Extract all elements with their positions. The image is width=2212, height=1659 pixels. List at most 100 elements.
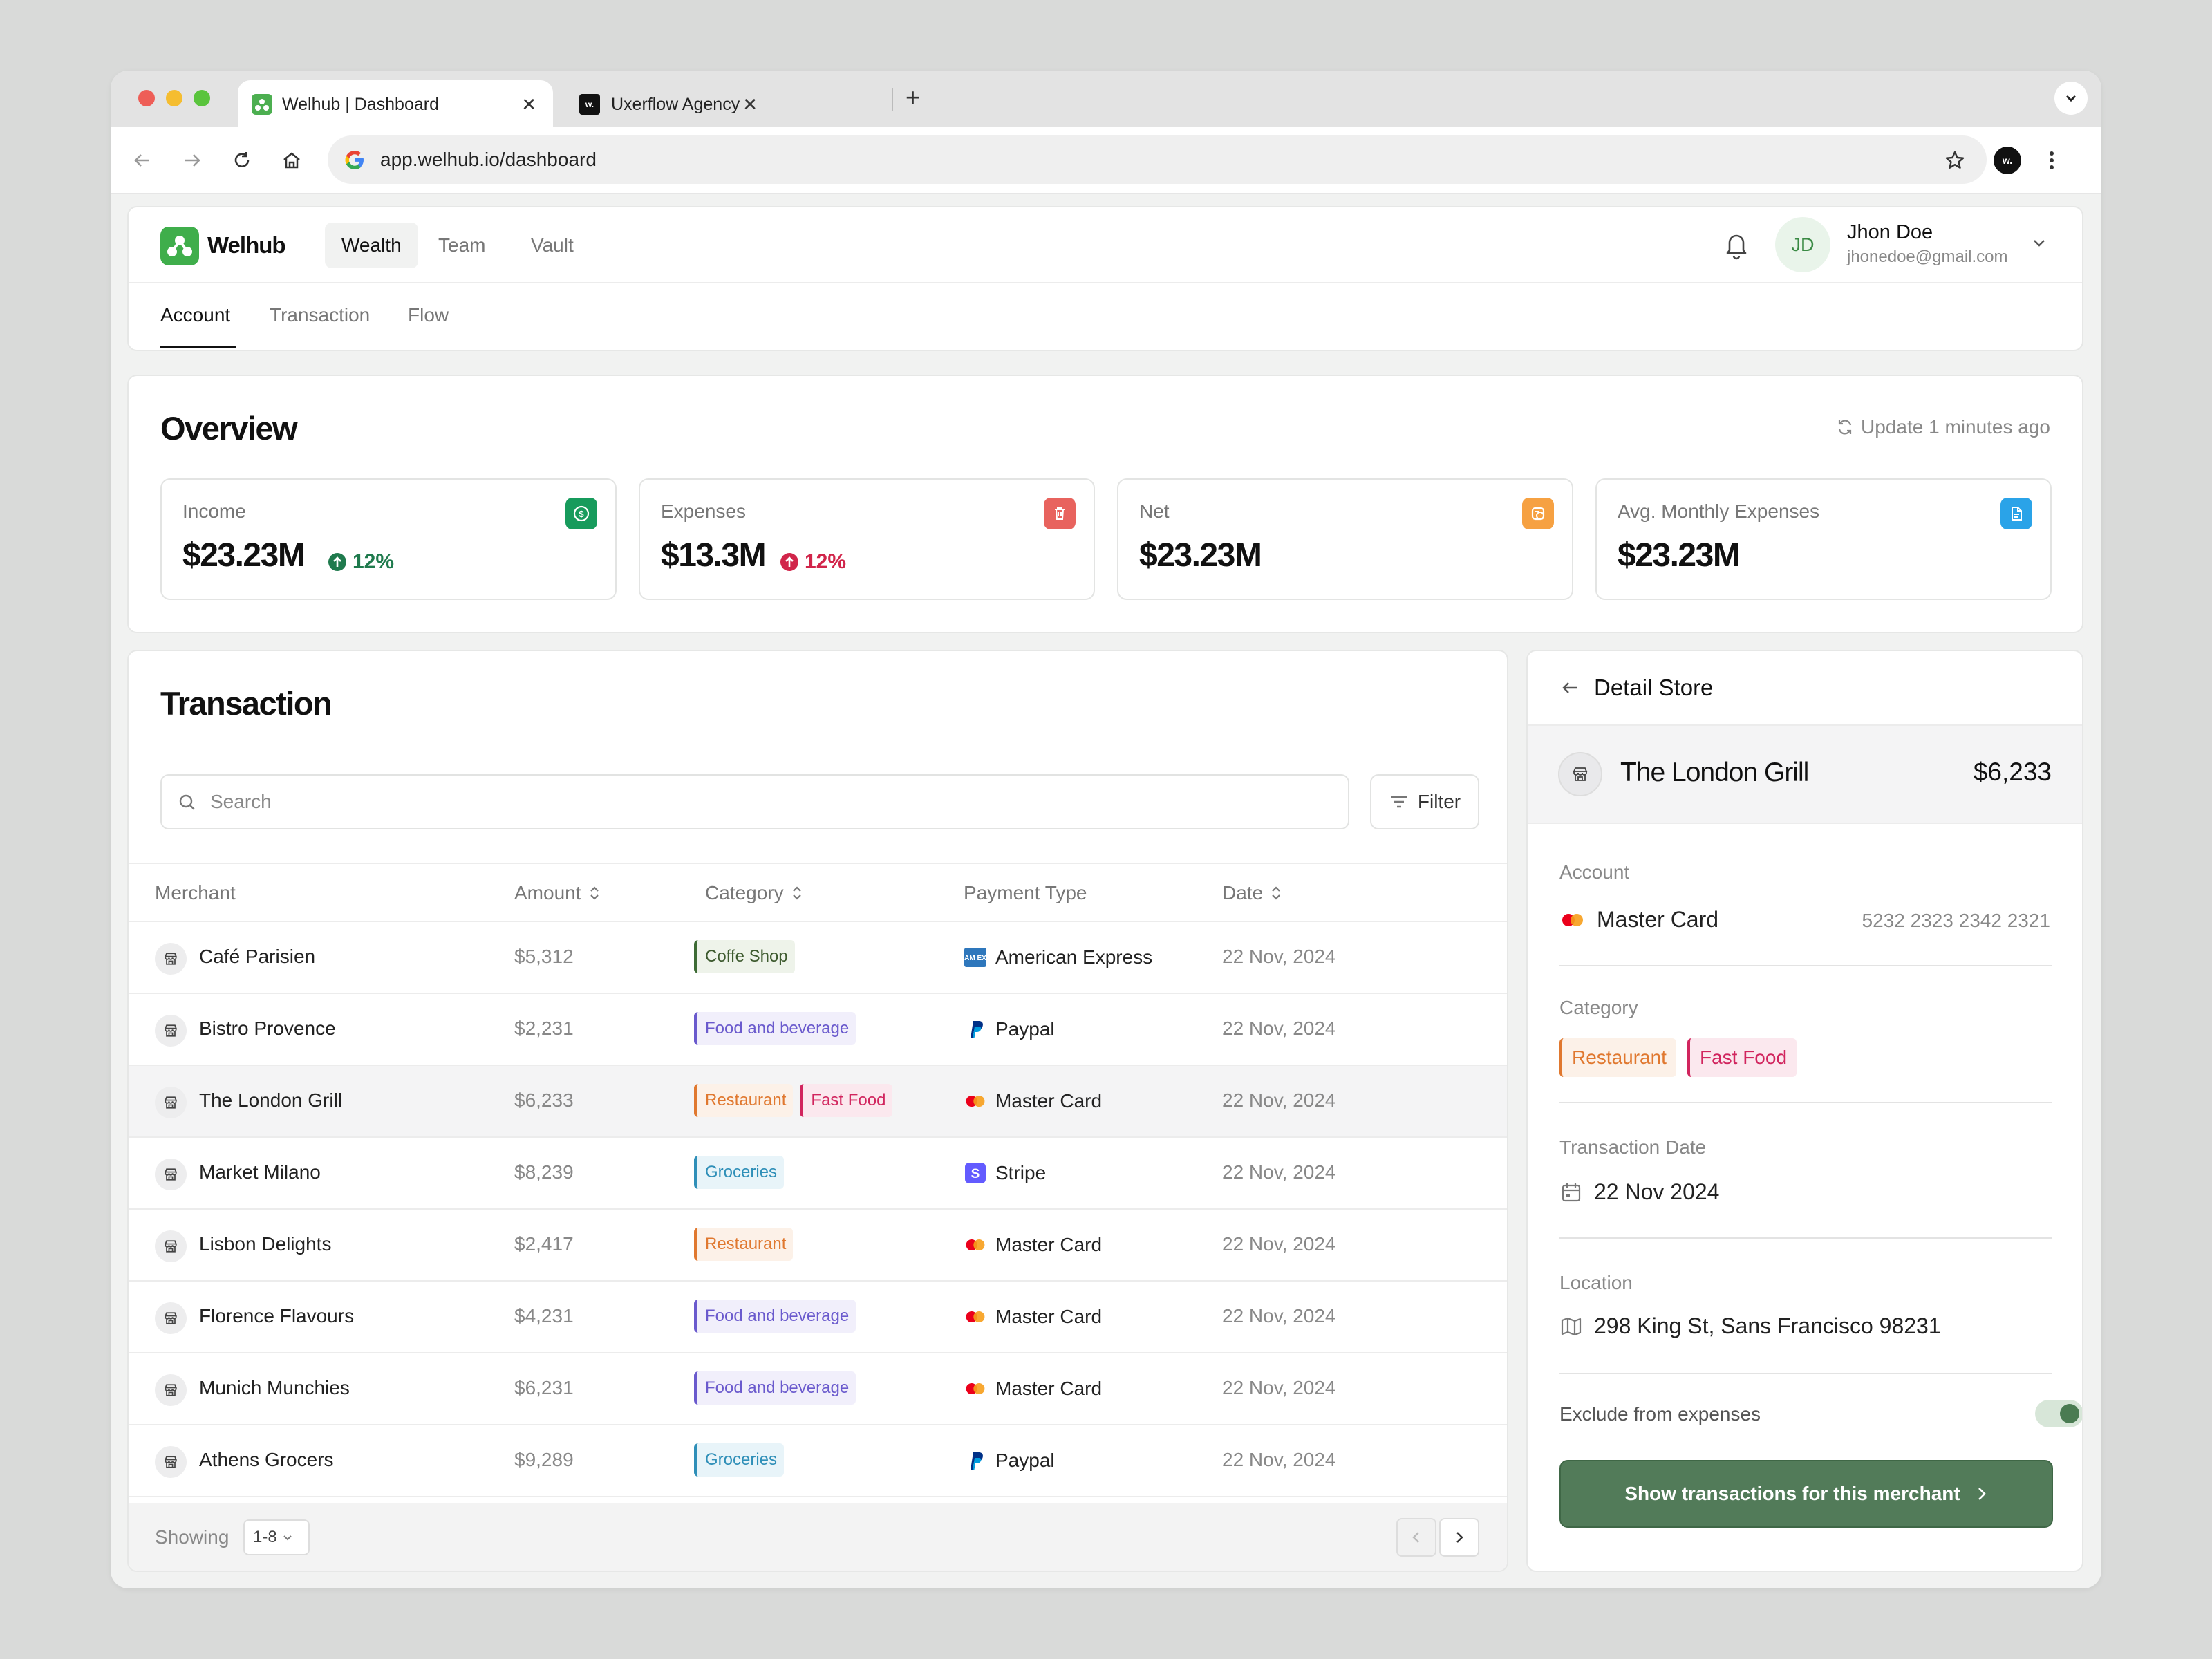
- paypal-icon: [971, 1452, 983, 1470]
- stat-value: $23.23M: [1618, 537, 1741, 574]
- payment-type: Master Card: [964, 1089, 1102, 1113]
- amount: $6,233: [514, 1089, 574, 1111]
- date: 22 Nov, 2024: [1222, 1233, 1336, 1255]
- column-label: Merchant: [155, 882, 236, 903]
- tab-search-button[interactable]: [2054, 82, 2088, 115]
- back-button[interactable]: [127, 145, 158, 176]
- browser-tab-welhub[interactable]: Welhub | Dashboard ✕: [238, 80, 553, 129]
- table-row[interactable]: Café Parisien $5,312 Coffe Shop AM EX Americ…: [129, 922, 1507, 994]
- table-row[interactable]: Bistro Provence $2,231 Food and beverage Pa…: [129, 994, 1507, 1066]
- tab-divider: [892, 88, 893, 111]
- store-summary: The London Grill $6,233: [1528, 726, 2082, 824]
- table-row[interactable]: Lisbon Delights $2,417 Restaurant Master Ca…: [129, 1210, 1507, 1282]
- column-label: Category: [705, 882, 784, 903]
- arrow-left-icon: [134, 154, 149, 167]
- column-amount[interactable]: Amount: [514, 882, 601, 904]
- search-input[interactable]: Search: [160, 774, 1349, 830]
- merchant-name: Lisbon Delights: [199, 1233, 332, 1255]
- store-icon: [155, 1087, 187, 1118]
- bookmark-button[interactable]: [1940, 145, 1970, 176]
- close-tab-icon[interactable]: ✕: [521, 94, 536, 115]
- arrow-left-icon[interactable]: [1559, 677, 1580, 698]
- column-merchant: Merchant: [155, 882, 236, 904]
- svg-text:$: $: [579, 509, 584, 519]
- user-menu-button[interactable]: [2030, 234, 2049, 256]
- table-row[interactable]: Munich Munchies $6,231 Food and beverage Ma…: [129, 1353, 1507, 1425]
- user-avatar[interactable]: JD: [1775, 217, 1830, 272]
- divider: [1559, 1102, 2052, 1103]
- column-date[interactable]: Date: [1222, 882, 1282, 904]
- app-content: Welhub Wealth Team Vault JD Jhon Doe jho…: [111, 194, 2101, 1588]
- coins-icon: [1522, 498, 1554, 529]
- header-divider: [129, 282, 2082, 283]
- page-size-select[interactable]: 1-8: [243, 1519, 310, 1555]
- address-bar[interactable]: app.welhub.io/dashboard: [328, 135, 1987, 184]
- tab-transaction[interactable]: Transaction: [270, 304, 370, 326]
- svg-text:S: S: [971, 1167, 980, 1181]
- store-name: The London Grill: [1620, 758, 1809, 787]
- store-amount: $6,233: [1973, 758, 2052, 786]
- refresh-icon: [1838, 420, 1852, 435]
- maximize-window-button[interactable]: [194, 90, 210, 106]
- exclude-expenses-toggle[interactable]: [2035, 1400, 2082, 1427]
- payment-type: Paypal: [964, 1449, 1055, 1472]
- store-icon: [155, 1302, 187, 1334]
- close-window-button[interactable]: [138, 90, 155, 106]
- paypal-icon: [971, 1021, 983, 1038]
- next-page-button[interactable]: [1439, 1518, 1479, 1557]
- detail-header: Detail Store: [1528, 651, 2082, 726]
- chevron-right-icon: [1978, 1488, 1986, 1500]
- tab-flow[interactable]: Flow: [408, 304, 449, 326]
- user-name: Jhon Doe: [1847, 221, 1933, 243]
- showing-label: Showing: [155, 1526, 229, 1548]
- home-icon: [283, 152, 300, 169]
- brand-name: Welhub: [207, 232, 286, 258]
- stat-card-net: Net $23.23M: [1117, 478, 1573, 600]
- store-icon: [155, 1446, 187, 1478]
- column-label: Payment Type: [964, 882, 1087, 903]
- category-tag: Groceries: [694, 1443, 785, 1477]
- browser-menu-button[interactable]: [2036, 145, 2067, 176]
- merchant-name: Athens Grocers: [199, 1449, 334, 1470]
- stripe-icon: S: [965, 1163, 986, 1183]
- table-row[interactable]: Florence Flavours $4,231 Food and beverage…: [129, 1282, 1507, 1353]
- profile-button[interactable]: w.: [1992, 145, 2023, 176]
- close-tab-icon[interactable]: ✕: [742, 94, 758, 115]
- home-button[interactable]: [276, 145, 307, 176]
- tab-account[interactable]: Account: [160, 304, 230, 326]
- browser-tab-uxerflow[interactable]: w. Uxerflow Agency ✕: [567, 80, 995, 129]
- update-status[interactable]: Update 1 minutes ago: [1836, 416, 2050, 438]
- table-row[interactable]: Athens Grocers $9,289 Groceries Paypal 22 No…: [129, 1425, 1507, 1497]
- category-tag: Groceries: [694, 1156, 785, 1189]
- store-icon: [155, 943, 187, 975]
- new-tab-button[interactable]: +: [906, 83, 920, 112]
- sort-icon: [792, 886, 801, 900]
- nav-team[interactable]: Team: [422, 223, 502, 268]
- table-row[interactable]: The London Grill $6,233 Restaurant Fast Foo…: [129, 1066, 1507, 1138]
- table-row[interactable]: Market Milano $8,239 Groceries S Stripe 22 No…: [129, 1138, 1507, 1210]
- minimize-window-button[interactable]: [166, 90, 182, 106]
- store-icon: [155, 1015, 187, 1047]
- store-icon: [155, 1230, 187, 1262]
- reload-button[interactable]: [227, 145, 257, 176]
- transactions-panel: Transaction Search Filter Merchant Amoun…: [127, 650, 1508, 1572]
- forward-button[interactable]: [177, 145, 207, 176]
- chevron-down-icon: [2034, 240, 2045, 247]
- show-merchant-transactions-button[interactable]: Show transactions for this merchant: [1559, 1460, 2053, 1528]
- stat-change: 12%: [328, 550, 394, 574]
- trash-icon: [1044, 498, 1076, 529]
- date: 22 Nov, 2024: [1222, 1018, 1336, 1039]
- filter-button[interactable]: Filter: [1370, 774, 1479, 830]
- tab-bar: Welhub | Dashboard ✕ w. Uxerflow Agency …: [111, 71, 2101, 129]
- table-footer: Showing 1-8: [129, 1503, 1507, 1571]
- detail-title: Detail Store: [1594, 675, 1714, 700]
- nav-wealth[interactable]: Wealth: [325, 223, 418, 268]
- stat-value: $23.23M: [1139, 537, 1262, 574]
- nav-vault[interactable]: Vault: [514, 223, 590, 268]
- chevron-down-icon: [2065, 95, 2077, 102]
- search-icon: [179, 794, 195, 810]
- notification-button[interactable]: [1723, 229, 1750, 263]
- reload-icon: [234, 152, 250, 167]
- column-category[interactable]: Category: [705, 882, 803, 904]
- prev-page-button[interactable]: [1396, 1518, 1436, 1557]
